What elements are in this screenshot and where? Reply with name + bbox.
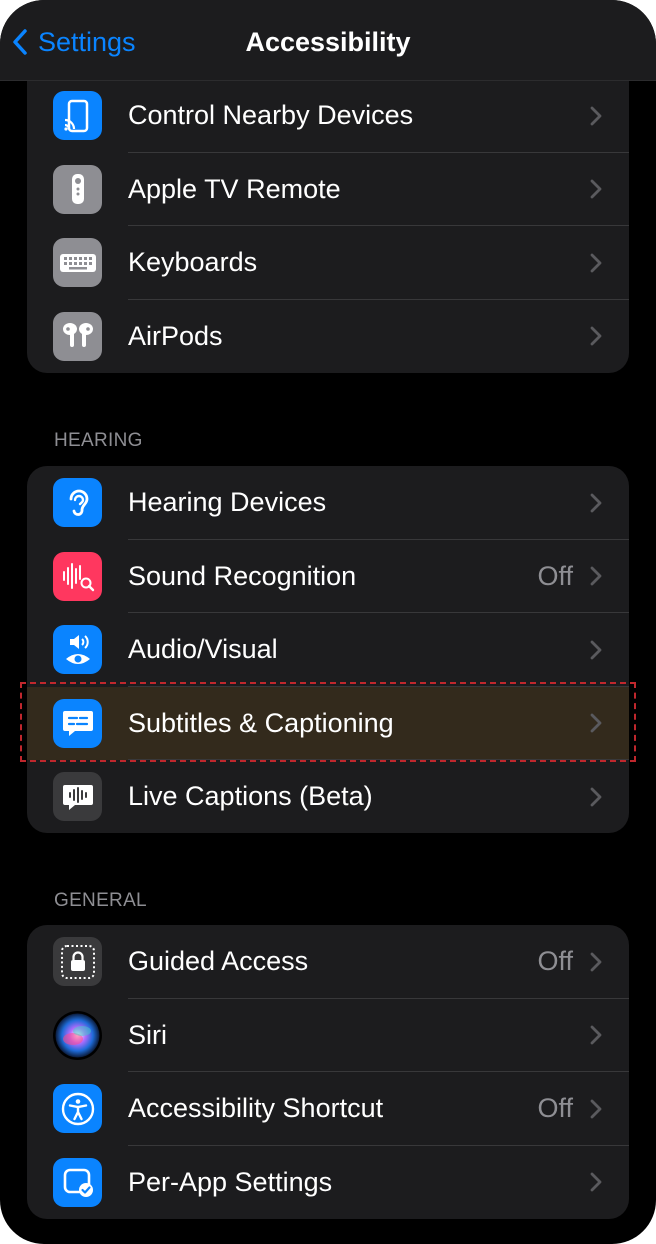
phone-screen: Settings Accessibility Control Nearby De… [0,0,656,1244]
row-control-nearby-devices[interactable]: Control Nearby Devices [27,79,629,153]
row-value: Off [537,560,573,591]
row-airpods[interactable]: AirPods [27,300,629,374]
section-header-general: GENERAL [54,890,147,911]
row-label: Apple TV Remote [128,173,341,204]
chevron-right-icon [590,1172,602,1192]
row-label: Keyboards [128,247,258,278]
sound-recognition-icon [53,551,102,601]
airpods-icon [53,311,102,361]
siri-icon [53,1010,102,1060]
row-label: Hearing Devices [128,487,327,518]
audio-visual-icon [53,625,102,675]
row-label: Audio/Visual [128,634,278,665]
row-label: Sound Recognition [128,560,357,591]
chevron-right-icon [590,106,602,126]
row-guided-access[interactable]: Guided Access Off [27,925,629,999]
row-subtitles-captioning[interactable]: Subtitles & Captioning [27,686,629,760]
physical-motor-group: Control Nearby Devices Apple TV Remote K… [27,60,629,373]
row-live-captions[interactable]: Live Captions (Beta) [27,760,629,833]
chevron-right-icon [590,713,602,733]
hearing-group: Hearing Devices Sound Recognition Off Au… [27,466,629,833]
row-hearing-devices[interactable]: Hearing Devices [27,466,629,540]
live-captions-icon [53,772,102,822]
row-siri[interactable]: Siri [27,999,629,1072]
chevron-right-icon [590,640,602,660]
chevron-right-icon [590,1025,602,1045]
chevron-right-icon [590,566,602,586]
chevron-right-icon [590,179,602,199]
row-value: Off [537,1093,573,1124]
row-sound-recognition[interactable]: Sound Recognition Off [27,540,629,613]
ear-icon [53,478,102,528]
tv-remote-icon [53,164,102,214]
chevron-right-icon [590,952,602,972]
control-nearby-devices-icon [53,91,102,141]
row-label: Control Nearby Devices [128,100,414,131]
chevron-right-icon [590,1099,602,1119]
chevron-right-icon [590,493,602,513]
guided-access-icon [53,937,102,987]
row-apple-tv-remote[interactable]: Apple TV Remote [27,153,629,226]
general-group: Guided Access Off Siri Accessibility Sho… [27,925,629,1219]
row-audio-visual[interactable]: Audio/Visual [27,613,629,687]
keyboard-icon [53,238,102,288]
chevron-right-icon [590,253,602,273]
row-label: Subtitles & Captioning [128,707,394,738]
page-title: Accessibility [245,27,411,57]
row-label: Per-App Settings [128,1166,333,1197]
row-per-app-settings[interactable]: Per-App Settings [27,1146,629,1220]
subtitles-icon [53,698,102,748]
row-label: Siri [128,1019,167,1050]
section-header-hearing: HEARING [54,430,143,451]
row-label: AirPods [128,320,223,351]
row-value: Off [537,946,573,977]
row-keyboards[interactable]: Keyboards [27,226,629,300]
navigation-bar: Settings Accessibility [0,0,656,81]
row-label: Guided Access [128,946,309,977]
chevron-right-icon [590,326,602,346]
per-app-settings-icon [53,1157,102,1207]
chevron-right-icon [590,787,602,807]
row-accessibility-shortcut[interactable]: Accessibility Shortcut Off [27,1072,629,1146]
row-label: Accessibility Shortcut [128,1093,384,1124]
accessibility-icon [53,1084,102,1134]
row-label: Live Captions (Beta) [128,781,373,812]
